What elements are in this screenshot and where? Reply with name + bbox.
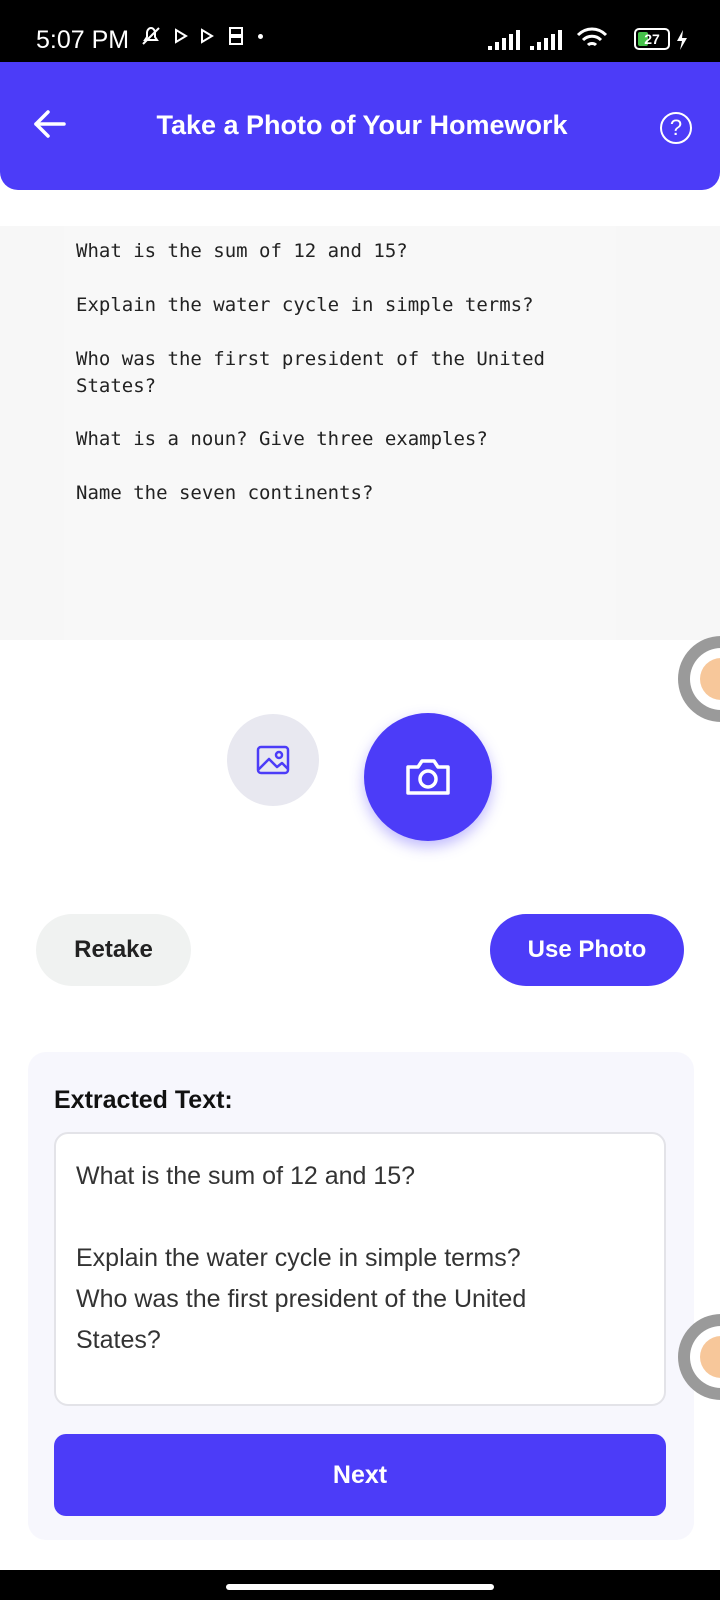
floating-assistant-handle[interactable]: [678, 636, 720, 722]
wifi-icon: [576, 27, 608, 47]
preview-line: Name the seven continents?: [76, 482, 374, 504]
signal-icon: [530, 30, 562, 50]
home-indicator[interactable]: [226, 1584, 494, 1590]
extracted-text-title: Extracted Text:: [54, 1086, 233, 1114]
gallery-button[interactable]: [227, 714, 319, 806]
camera-capture-button[interactable]: [364, 713, 492, 841]
play-icon: [175, 28, 188, 44]
preview-line: What is the sum of 12 and 15?: [76, 240, 408, 262]
battery-indicator: 27: [634, 28, 670, 50]
question-icon: ?: [669, 115, 683, 140]
help-button[interactable]: ?: [660, 112, 692, 144]
play-icon: [201, 28, 214, 44]
preview-line: States?: [76, 375, 157, 397]
signal-icon: [488, 30, 520, 50]
app-header: Take a Photo of Your Homework ?: [0, 62, 720, 190]
extracted-text-field[interactable]: What is the sum of 12 and 15? Explain th…: [54, 1132, 666, 1406]
status-time: 5:07 PM: [36, 26, 130, 54]
preview-line: Who was the first president of the Unite…: [76, 348, 545, 370]
extracted-text-card: Extracted Text: What is the sum of 12 an…: [28, 1052, 694, 1540]
dot-icon: [258, 33, 263, 39]
use-photo-button[interactable]: Use Photo: [490, 914, 684, 986]
charging-icon: [677, 30, 687, 50]
camera-icon: [406, 759, 450, 795]
status-bar: 5:07 PM 27: [0, 0, 720, 62]
preview-line: Explain the water cycle in simple terms?: [76, 294, 534, 316]
page-title: Take a Photo of Your Homework: [156, 110, 568, 140]
extracted-text-content: What is the sum of 12 and 15? Explain th…: [76, 1162, 527, 1354]
status-notification-icons: [140, 25, 263, 47]
preview-line: What is a noun? Give three examples?: [76, 428, 488, 450]
retake-button[interactable]: Retake: [36, 914, 191, 986]
next-button[interactable]: Next: [54, 1434, 666, 1516]
bell-mute-icon: [142, 26, 160, 45]
app-icon: [229, 27, 243, 45]
image-icon: [256, 745, 290, 775]
